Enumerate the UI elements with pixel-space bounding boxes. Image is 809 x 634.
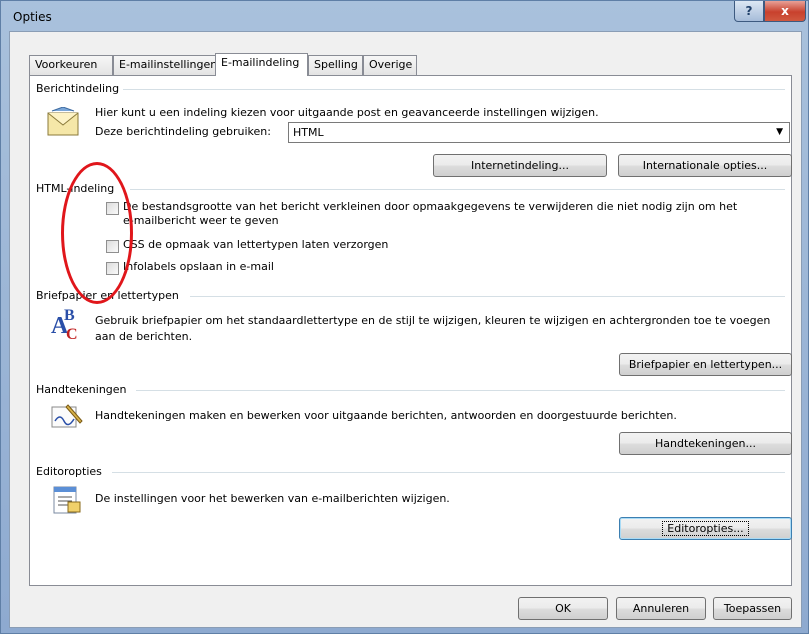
- smart-tags-label: Infolabels opslaan in e-mail: [123, 260, 274, 273]
- css-fonts-checkbox[interactable]: [106, 240, 119, 253]
- help-button[interactable]: ?: [734, 1, 764, 22]
- section-title-editoropties: Editoropties: [36, 465, 106, 478]
- berichtindeling-description: Hier kunt u een indeling kiezen voor uit…: [95, 106, 599, 119]
- editor-document-icon: [53, 486, 81, 514]
- section-title-html-indeling: HTML-indeling: [36, 182, 119, 195]
- briefpapier-description-line2: aan de berichten.: [95, 330, 193, 343]
- tab-voorkeuren[interactable]: Voorkeuren: [29, 55, 113, 75]
- internet-format-button[interactable]: Internetindeling...: [433, 154, 607, 177]
- section-divider: [136, 390, 785, 391]
- reduce-size-label: De bestandsgrootte van het bericht verkl…: [123, 200, 738, 213]
- ok-button[interactable]: OK: [518, 597, 608, 620]
- stationery-fonts-button[interactable]: Briefpapier en lettertypen...: [619, 353, 792, 376]
- section-divider: [130, 189, 785, 190]
- section-title-handtekeningen: Handtekeningen: [36, 383, 131, 396]
- tab-spelling[interactable]: Spelling: [308, 55, 363, 75]
- title-bar[interactable]: Opties ? x: [1, 1, 808, 33]
- section-divider: [190, 296, 785, 297]
- editor-options-button[interactable]: Editoropties...: [619, 517, 792, 540]
- dialog-body: Voorkeuren E-mailinstellingen E-mailinde…: [9, 31, 802, 628]
- handtekeningen-description: Handtekeningen maken en bewerken voor ui…: [95, 409, 677, 422]
- font-abc-icon: A B C: [51, 307, 78, 341]
- briefpapier-description: Gebruik briefpapier om het standaardlett…: [95, 314, 771, 327]
- window-title: Opties: [13, 10, 52, 24]
- cancel-button[interactable]: Annuleren: [616, 597, 706, 620]
- css-fonts-label: CSS de opmaak van lettertypen laten verz…: [123, 238, 389, 251]
- smart-tags-checkbox[interactable]: [106, 262, 119, 275]
- close-button[interactable]: x: [764, 1, 806, 22]
- tab-e-mailinstellingen[interactable]: E-mailinstellingen: [113, 55, 217, 75]
- format-label: Deze berichtindeling gebruiken:: [95, 125, 271, 138]
- section-divider: [40, 89, 785, 90]
- apply-button[interactable]: Toepassen: [713, 597, 792, 620]
- section-title-briefpapier: Briefpapier en lettertypen: [36, 289, 183, 302]
- editoropties-description: De instellingen voor het bewerken van e-…: [95, 492, 450, 505]
- help-icon: ?: [745, 4, 753, 18]
- reduce-size-label-line2: e-mailbericht weer te geven: [123, 214, 279, 227]
- section-title-berichtindeling: Berichtindeling: [36, 82, 124, 95]
- options-dialog: Opties ? x Voorkeuren E-mailinstellingen…: [0, 0, 809, 634]
- editor-options-button-label: Editoropties...: [662, 521, 749, 536]
- signature-pen-icon: [51, 404, 83, 428]
- tab-overige[interactable]: Overige: [363, 55, 417, 75]
- message-format-value: HTML: [293, 126, 324, 139]
- chevron-down-icon: ▼: [776, 127, 783, 137]
- tab-panel: Berichtindeling Hier kunt u een indeling…: [29, 75, 792, 586]
- message-format-select[interactable]: HTML ▼: [288, 122, 790, 143]
- close-icon: x: [781, 4, 789, 18]
- mail-envelope-icon: [47, 107, 79, 136]
- svg-text:B: B: [64, 307, 75, 324]
- tab-e-mailindeling[interactable]: E-mailindeling: [215, 53, 308, 76]
- reduce-size-checkbox[interactable]: [106, 202, 119, 215]
- svg-text:C: C: [66, 326, 78, 341]
- section-divider: [112, 472, 785, 473]
- signatures-button[interactable]: Handtekeningen...: [619, 432, 792, 455]
- international-options-button[interactable]: Internationale opties...: [618, 154, 792, 177]
